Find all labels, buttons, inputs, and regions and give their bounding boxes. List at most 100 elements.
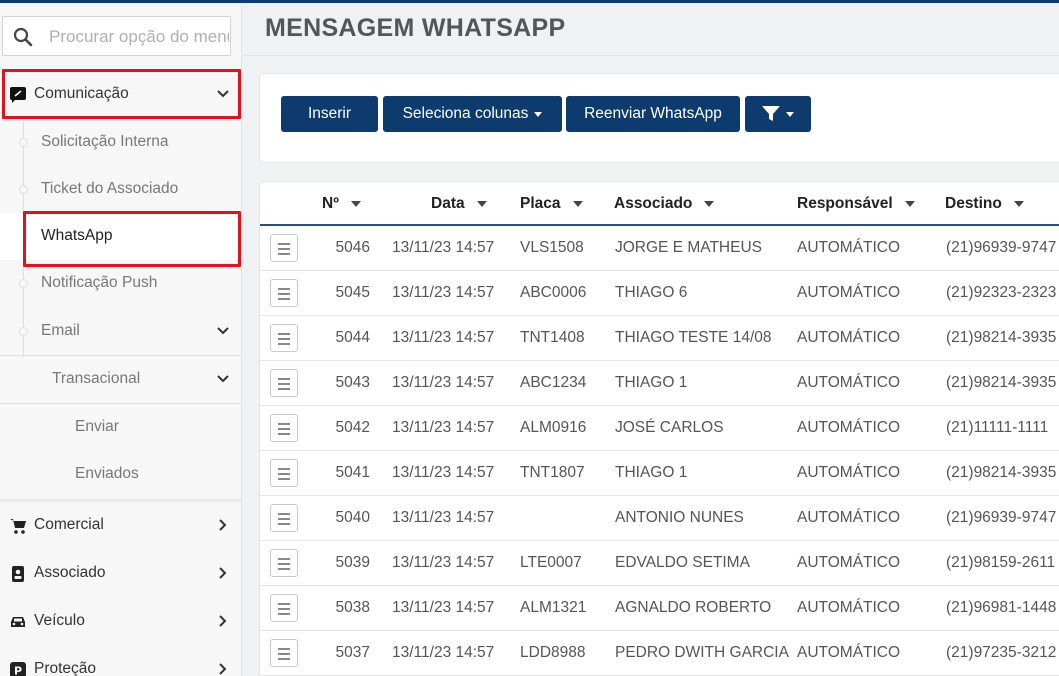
- cell-placa: TNT1807: [520, 464, 585, 481]
- table-row[interactable]: 5040 13/11/23 14:57 ANTONIO NUNES AUTOMÁTIC…: [260, 496, 1059, 541]
- cell-responsavel: AUTOMÁTICO: [797, 554, 901, 571]
- cell-num: 5040: [335, 509, 370, 526]
- cell-associado: THIAGO 1: [615, 374, 688, 391]
- chevron-right-icon: [219, 663, 227, 675]
- cell-responsavel: AUTOMÁTICO: [797, 599, 901, 616]
- cell-data: 13/11/23 14:57: [392, 599, 495, 616]
- cell-associado: AGNALDO ROBERTO: [615, 599, 772, 616]
- filter-button[interactable]: [745, 96, 811, 132]
- sort-caret-icon: [572, 201, 583, 207]
- insert-button-label: Inserir: [307, 105, 352, 122]
- cell-placa: ABC0006: [520, 284, 587, 301]
- column-header-associado[interactable]: Associado: [614, 195, 715, 213]
- sidebar-item-label: Solicitação Interna: [41, 133, 169, 150]
- table-row[interactable]: 5042 13/11/23 14:57 ALM0916 JOSÉ CARLOS AUTO…: [260, 406, 1059, 451]
- sidebar-item-label: Enviados: [75, 465, 139, 482]
- menu-search[interactable]: [2, 16, 231, 56]
- cell-placa: VLS1508: [520, 239, 584, 256]
- cell-associado: THIAGO TESTE 14/08: [615, 329, 772, 346]
- column-header-label: Responsável: [797, 195, 893, 212]
- id-card-icon: [12, 566, 24, 582]
- cell-data: 13/11/23 14:57: [392, 464, 495, 481]
- cell-num: 5037: [335, 644, 370, 661]
- cell-associado: JORGE E MATHEUS: [615, 239, 762, 256]
- column-header-num[interactable]: Nº: [322, 195, 361, 213]
- table-row[interactable]: 5039 13/11/23 14:57 LTE0007 EDVALDO SETIMA A…: [260, 541, 1059, 586]
- column-header-label: Data: [431, 195, 465, 212]
- column-header-label: Associado: [614, 195, 693, 212]
- sidebar-item-transacional[interactable]: Transacional: [0, 356, 241, 403]
- highlight-comunicacao: [2, 69, 241, 119]
- column-header-label: Destino: [945, 195, 1002, 212]
- cell-destino: (21)98214-3935: [946, 464, 1057, 481]
- sidebar-group-label: Associado: [34, 564, 106, 581]
- resend-whatsapp-label: Reenviar WhatsApp: [584, 105, 722, 122]
- cart-icon: [10, 519, 26, 534]
- tree-dot: [19, 138, 28, 147]
- cell-associado: PEDRO DWITH GARCIA: [615, 644, 789, 661]
- svg-text:P: P: [14, 665, 22, 676]
- table-row[interactable]: 5041 13/11/23 14:57 TNT1807 THIAGO 1 AUTOMÁT…: [260, 451, 1059, 496]
- sidebar-item-notificacao-push[interactable]: Notificação Push: [0, 260, 241, 307]
- select-columns-button[interactable]: Seleciona colunas: [383, 96, 562, 132]
- cell-num: 5042: [335, 419, 370, 436]
- sidebar-item-label: Email: [41, 322, 80, 339]
- sidebar-item-solicitacao-interna[interactable]: Solicitação Interna: [0, 119, 241, 166]
- sidebar-item-email[interactable]: Email: [0, 308, 241, 355]
- sidebar-group-associado[interactable]: Associado: [0, 550, 241, 598]
- sidebar-item-enviar[interactable]: Enviar: [0, 404, 241, 451]
- insert-button[interactable]: Inserir: [281, 96, 378, 132]
- sort-caret-icon: [1013, 201, 1024, 207]
- cell-placa: TNT1408: [520, 329, 585, 346]
- tree-dot: [19, 327, 28, 336]
- chevron-right-icon: [219, 615, 227, 627]
- page-title: MENSAGEM WHATSAPP: [265, 14, 566, 42]
- cell-data: 13/11/23 14:57: [392, 374, 495, 391]
- cell-num: 5038: [335, 599, 370, 616]
- cell-data: 13/11/23 14:57: [392, 239, 495, 256]
- cell-data: 13/11/23 14:57: [392, 419, 495, 436]
- cell-destino: (21)98214-3935: [946, 329, 1057, 346]
- cell-num: 5046: [335, 239, 370, 256]
- sidebar-item-label: Enviar: [75, 418, 119, 435]
- table-row[interactable]: 5038 13/11/23 14:57 ALM1321 AGNALDO ROBERTO…: [260, 586, 1059, 631]
- sidebar-group-comercial[interactable]: Comercial: [0, 502, 241, 550]
- table-row[interactable]: 5045 13/11/23 14:57 ABC0006 THIAGO 6 AUTOMÁT…: [260, 271, 1059, 316]
- resend-whatsapp-button[interactable]: Reenviar WhatsApp: [566, 96, 740, 132]
- cell-data: 13/11/23 14:57: [392, 644, 495, 661]
- sidebar-group-veiculo[interactable]: Veículo: [0, 598, 241, 646]
- cell-responsavel: AUTOMÁTICO: [797, 374, 901, 391]
- cell-responsavel: AUTOMÁTICO: [797, 329, 901, 346]
- title-separator: [243, 55, 1059, 56]
- sidebar-item-enviados[interactable]: Enviados: [0, 451, 241, 498]
- column-header-data[interactable]: Data: [431, 195, 487, 213]
- cell-destino: (21)96981-1448: [946, 599, 1057, 616]
- column-header-destino[interactable]: Destino: [945, 195, 1024, 213]
- cell-responsavel: AUTOMÁTICO: [797, 419, 901, 436]
- table-row[interactable]: 5043 13/11/23 14:57 ABC1234 THIAGO 1 AUTOMÁT…: [260, 361, 1059, 406]
- cell-placa: LDD8988: [520, 644, 586, 661]
- cell-associado: EDVALDO SETIMA: [615, 554, 750, 571]
- search-icon: [13, 27, 33, 47]
- menu-search-input[interactable]: [49, 25, 229, 49]
- cell-placa: ABC1234: [520, 374, 587, 391]
- table-row[interactable]: 5037 13/11/23 14:57 LDD8988 PEDRO DWITH GAR…: [260, 631, 1059, 676]
- tree-dot: [19, 185, 28, 194]
- cell-num: 5043: [335, 374, 370, 391]
- column-header-placa[interactable]: Placa: [520, 195, 583, 213]
- cell-data: 13/11/23 14:57: [392, 329, 495, 346]
- sidebar-item-label: Transacional: [52, 370, 141, 387]
- sidebar-item-ticket-associado[interactable]: Ticket do Associado: [0, 166, 241, 213]
- cell-responsavel: AUTOMÁTICO: [797, 464, 901, 481]
- table-header: Nº Data Placa Associado Responsável Dest…: [260, 182, 1059, 226]
- sidebar-group-protecao[interactable]: P Proteção: [0, 646, 241, 676]
- cell-associado: THIAGO 6: [615, 284, 688, 301]
- table-row[interactable]: 5044 13/11/23 14:57 TNT1408 THIAGO TESTE 14…: [260, 316, 1059, 361]
- column-header-responsavel[interactable]: Responsável: [797, 195, 915, 213]
- cell-num: 5044: [335, 329, 370, 346]
- column-header-label: Placa: [520, 195, 561, 212]
- sidebar-group-label: Veículo: [34, 612, 85, 629]
- table-row[interactable]: 5046 13/11/23 14:57 VLS1508 JORGE E MATHEUS…: [260, 226, 1059, 271]
- cell-associado: JOSÉ CARLOS: [615, 419, 724, 436]
- sidebar-group-label: Proteção: [34, 660, 97, 676]
